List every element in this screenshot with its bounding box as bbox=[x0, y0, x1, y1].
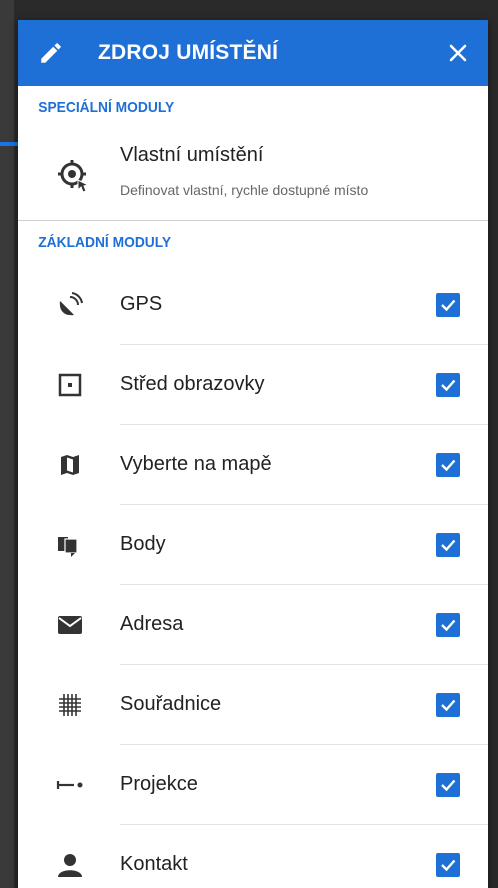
map-icon bbox=[56, 451, 84, 479]
module-row-projection[interactable]: Projekce bbox=[18, 745, 488, 825]
check-icon bbox=[441, 539, 456, 552]
person-icon bbox=[56, 851, 84, 879]
basic-modules-list: GPS Střed obrazovky Vyberte na mapě Body… bbox=[18, 265, 488, 888]
pencil-icon[interactable] bbox=[38, 40, 64, 66]
screen-center-icon bbox=[56, 371, 84, 399]
custom-location-subtitle: Definovat vlastní, rychle dostupné místo bbox=[120, 182, 369, 198]
gps-satellite-icon bbox=[56, 291, 84, 319]
check-icon bbox=[441, 859, 456, 872]
module-checkbox-screen-center[interactable] bbox=[436, 373, 460, 397]
projection-icon bbox=[56, 771, 84, 799]
custom-location-item[interactable]: Vlastní umístění Definovat vlastní, rych… bbox=[18, 130, 488, 221]
check-icon bbox=[441, 619, 456, 632]
points-icon bbox=[56, 531, 84, 559]
check-icon bbox=[441, 699, 456, 712]
check-icon bbox=[441, 459, 456, 472]
module-label-contact: Kontakt bbox=[120, 853, 188, 875]
basic-modules-header: ZÁKLADNÍ MODULY bbox=[38, 234, 172, 251]
check-icon bbox=[441, 299, 456, 312]
dialog-header: ZDROJ UMÍSTĚNÍ bbox=[18, 20, 488, 86]
module-row-address[interactable]: Adresa bbox=[18, 585, 488, 665]
envelope-icon bbox=[56, 611, 84, 639]
module-checkbox-gps[interactable] bbox=[436, 293, 460, 317]
module-checkbox-coordinates[interactable] bbox=[436, 693, 460, 717]
check-icon bbox=[441, 379, 456, 392]
special-modules-header: SPECIÁLNÍ MODULY bbox=[38, 99, 175, 116]
module-checkbox-projection[interactable] bbox=[436, 773, 460, 797]
custom-location-icon bbox=[56, 158, 92, 194]
close-button[interactable] bbox=[442, 37, 474, 69]
module-label-select-on-map: Vyberte na mapě bbox=[120, 453, 272, 475]
module-row-contact[interactable]: Kontakt bbox=[18, 825, 488, 888]
module-row-coordinates[interactable]: Souřadnice bbox=[18, 665, 488, 745]
grid-icon bbox=[56, 691, 84, 719]
module-label-gps: GPS bbox=[120, 293, 163, 315]
module-row-points[interactable]: Body bbox=[18, 505, 488, 585]
module-checkbox-select-on-map[interactable] bbox=[436, 453, 460, 477]
module-label-projection: Projekce bbox=[120, 773, 198, 795]
module-row-gps[interactable]: GPS bbox=[18, 265, 488, 345]
background-accent bbox=[0, 142, 18, 146]
module-checkbox-address[interactable] bbox=[436, 613, 460, 637]
module-label-coordinates: Souřadnice bbox=[120, 693, 222, 715]
module-checkbox-contact[interactable] bbox=[436, 853, 460, 877]
close-icon bbox=[449, 44, 467, 62]
module-label-points: Body bbox=[120, 533, 166, 555]
module-label-screen-center: Střed obrazovky bbox=[120, 373, 265, 395]
location-source-dialog: ZDROJ UMÍSTĚNÍ SPECIÁLNÍ MODULY Vlastní … bbox=[18, 20, 488, 888]
module-label-address: Adresa bbox=[120, 613, 184, 635]
dialog-title: ZDROJ UMÍSTĚNÍ bbox=[98, 41, 279, 64]
module-row-screen-center[interactable]: Střed obrazovky bbox=[18, 345, 488, 425]
check-icon bbox=[441, 779, 456, 792]
module-row-select-on-map[interactable]: Vyberte na mapě bbox=[18, 425, 488, 505]
custom-location-title: Vlastní umístění bbox=[120, 144, 264, 166]
background-edge bbox=[0, 0, 14, 888]
module-checkbox-points[interactable] bbox=[436, 533, 460, 557]
